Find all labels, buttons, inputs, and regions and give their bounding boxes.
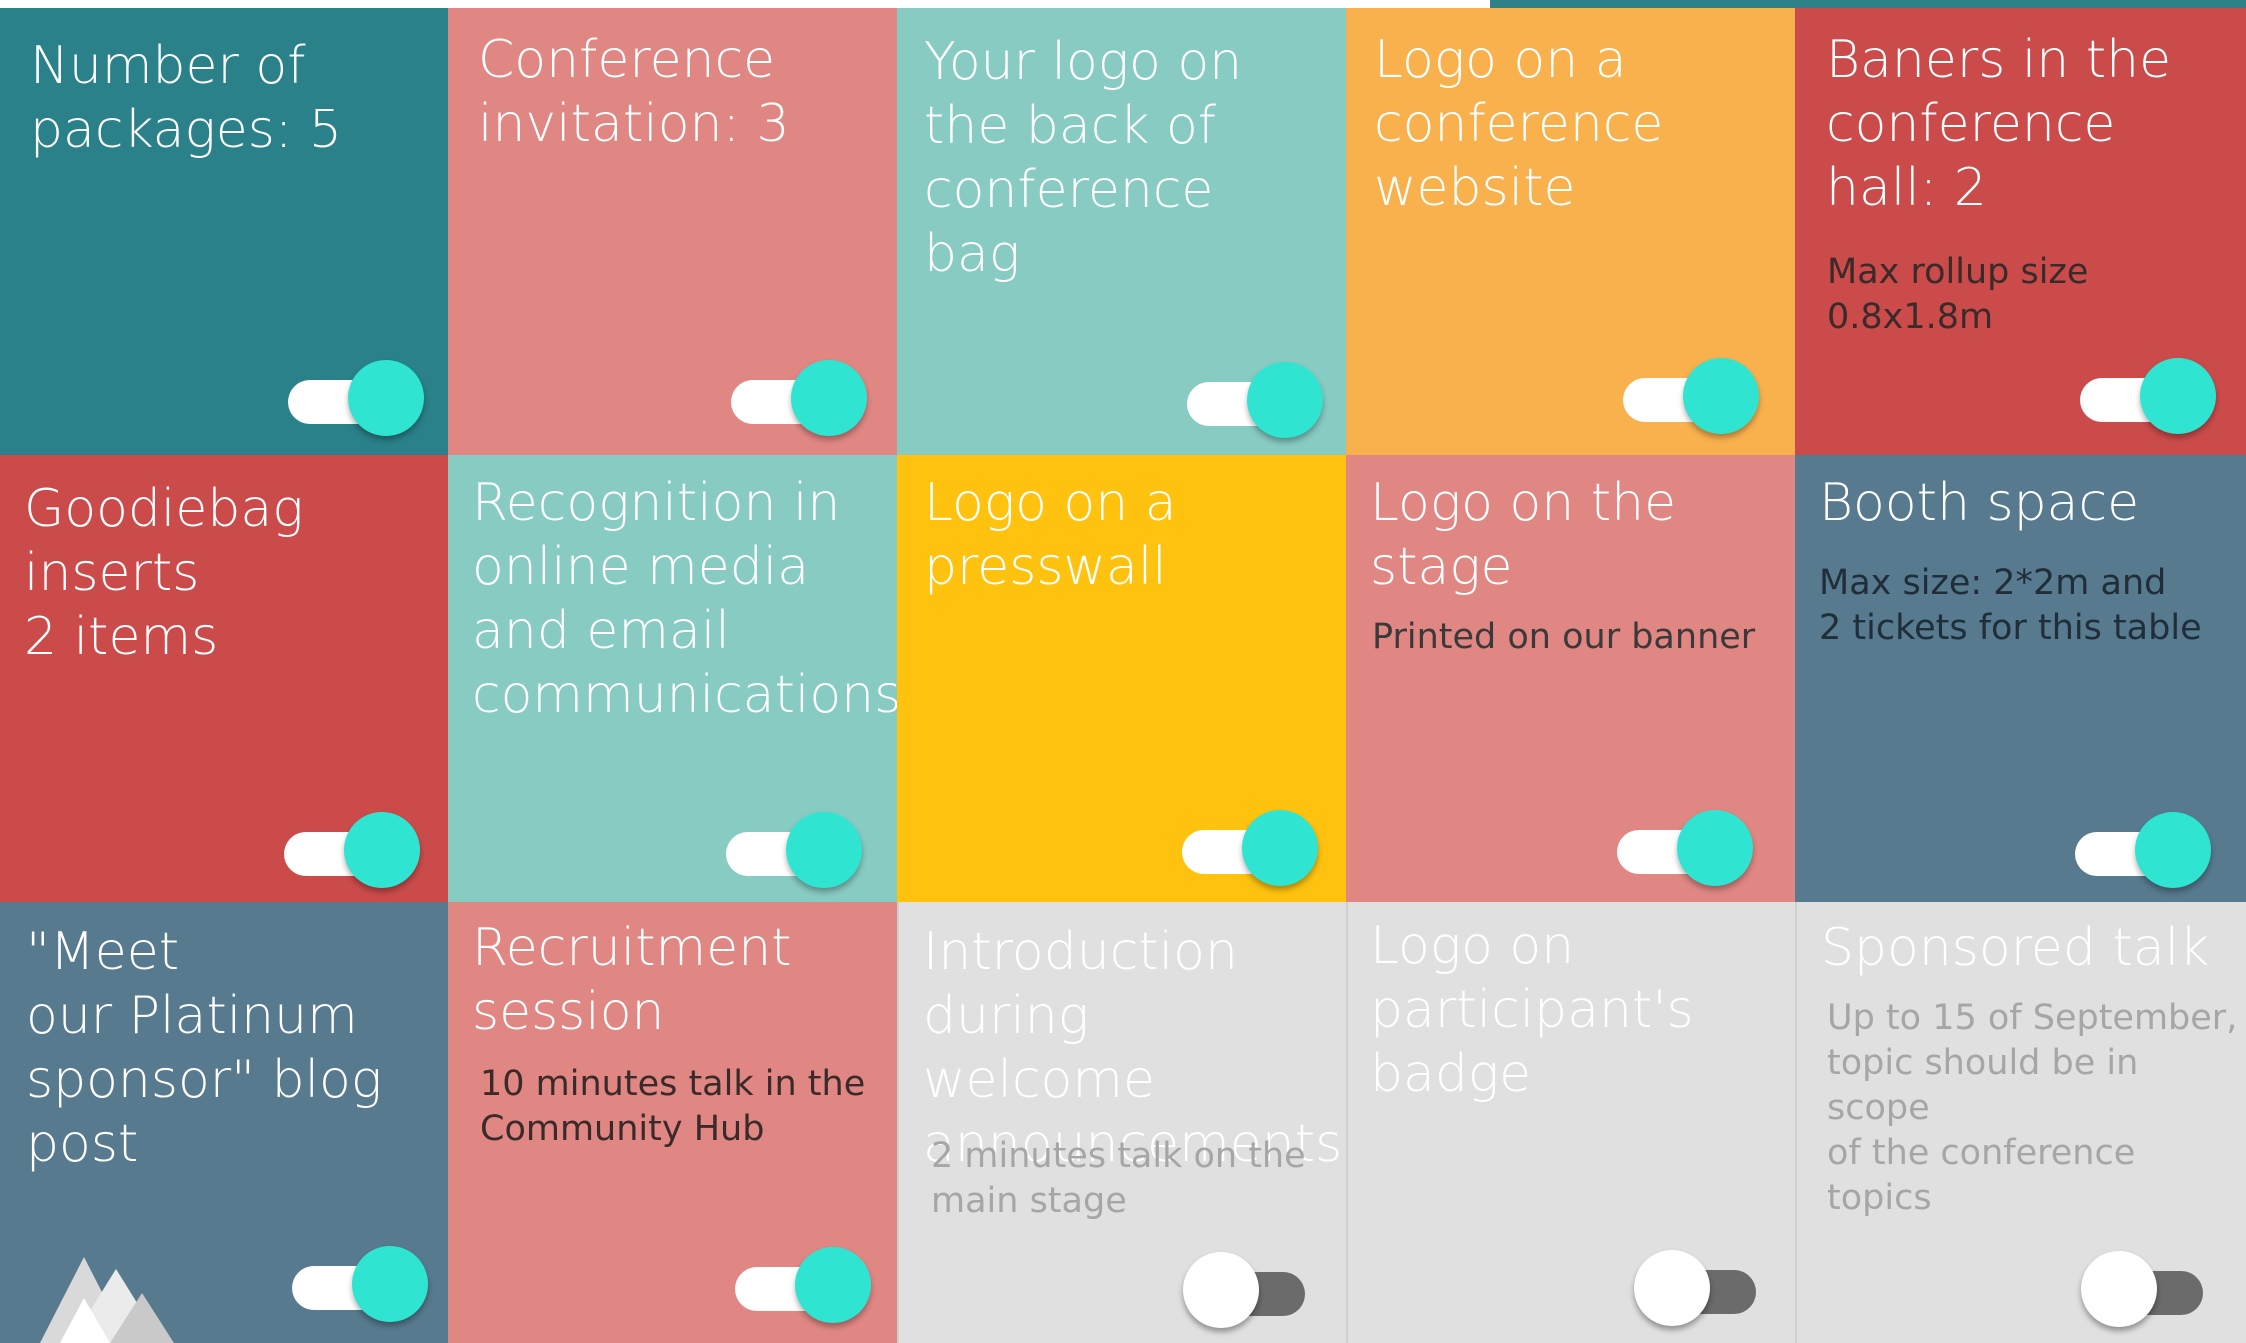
- toggle-knob: [1247, 362, 1323, 438]
- toggle-logo-on-badge[interactable]: [1634, 1246, 1764, 1326]
- toggle-knob: [1183, 1252, 1259, 1328]
- toggle-knob: [2081, 1251, 2157, 1327]
- tile-title: Logo on a presswall: [924, 473, 1177, 597]
- tile-booth-space: Booth space Max size: 2*2m and 2 tickets…: [1795, 455, 2246, 902]
- tile-title: Goodiebag inserts 2 items: [24, 479, 304, 667]
- toggle-knob: [2140, 358, 2216, 434]
- toggle-welcome-announcements-introduction[interactable]: [1183, 1248, 1313, 1328]
- toggle-knob: [791, 360, 867, 436]
- toggle-knob: [1677, 810, 1753, 886]
- tile-logo-on-website: Logo on a conference website: [1346, 8, 1795, 455]
- top-bar: [0, 0, 2246, 8]
- tile-description: 10 minutes talk in the Community Hub: [480, 1064, 866, 1149]
- tile-title: Conference invitation: 3: [478, 30, 790, 154]
- toggle-banners-in-hall[interactable]: [2080, 354, 2216, 434]
- toggle-platinum-sponsor-blog-post[interactable]: [292, 1242, 428, 1322]
- tile-description: Max size: 2*2m and 2 tickets for this ta…: [1819, 563, 2202, 648]
- toggle-knob: [786, 812, 862, 888]
- tile-logo-on-stage: Logo on the stage Printed on our banner: [1346, 455, 1795, 902]
- tile-goodiebag-inserts: Goodiebag inserts 2 items: [0, 455, 448, 902]
- top-accent-bar: [1490, 0, 2246, 8]
- mountain-icon: [40, 1257, 174, 1343]
- toggle-logo-on-bag[interactable]: [1187, 358, 1323, 438]
- toggle-booth-space[interactable]: [2075, 808, 2211, 888]
- tile-logo-on-badge: Logo on participant's badge: [1346, 902, 1795, 1343]
- toggle-knob: [344, 812, 420, 888]
- tile-logo-on-bag: Your logo on the back of conference bag: [897, 8, 1346, 455]
- tile-online-media-recognition: Recognition in online media and email co…: [448, 455, 897, 902]
- sponsorship-benefits-grid: Number of packages: 5 Conference invitat…: [0, 8, 2246, 1343]
- toggle-recruitment-session[interactable]: [735, 1243, 871, 1323]
- tile-description: Max rollup size 0.8x1.8m: [1827, 252, 2089, 337]
- tile-title: Number of packages: 5: [30, 36, 342, 160]
- tile-conference-invitation: Conference invitation: 3: [448, 8, 897, 455]
- tile-title: Booth space: [1819, 473, 2140, 533]
- tile-platinum-sponsor-blog-post: "Meet our Platinum sponsor" blog post: [0, 902, 448, 1343]
- tile-sponsored-talk: Sponsored talk Up to 15 of September, to…: [1795, 902, 2246, 1343]
- toggle-logo-on-stage[interactable]: [1617, 806, 1753, 886]
- tile-description: Up to 15 of September, topic should be i…: [1827, 998, 2238, 1218]
- tile-logo-on-presswall: Logo on a presswall: [897, 455, 1346, 902]
- tile-title: Logo on participant's badge: [1370, 916, 1694, 1104]
- toggle-goodiebag-inserts[interactable]: [284, 808, 420, 888]
- toggle-knob: [1242, 810, 1318, 886]
- tile-title: Baners in the conference hall: 2: [1826, 30, 2172, 218]
- tile-title: Sponsored talk: [1821, 918, 2210, 978]
- tile-title: Recruitment session: [472, 918, 792, 1042]
- tile-description: 2 minutes talk on the main stage: [931, 1136, 1306, 1221]
- toggle-knob: [1683, 358, 1759, 434]
- tile-number-of-packages: Number of packages: 5: [0, 8, 448, 455]
- toggle-knob: [348, 360, 424, 436]
- toggle-knob: [795, 1247, 871, 1323]
- toggle-online-media-recognition[interactable]: [726, 808, 862, 888]
- toggle-number-of-packages[interactable]: [288, 356, 424, 436]
- tile-welcome-announcements-introduction: Introduction during welcome announcement…: [897, 902, 1346, 1343]
- tile-title: Logo on the stage: [1370, 473, 1677, 597]
- toggle-knob: [2135, 812, 2211, 888]
- toggle-conference-invitation[interactable]: [731, 356, 867, 436]
- toggle-logo-on-presswall[interactable]: [1182, 806, 1318, 886]
- tile-title: Your logo on the back of conference bag: [924, 32, 1243, 284]
- tile-title: Recognition in online media and email co…: [472, 473, 897, 725]
- tile-title: "Meet our Platinum sponsor" blog post: [26, 922, 383, 1174]
- toggle-knob: [1634, 1250, 1710, 1326]
- tile-banners-in-hall: Baners in the conference hall: 2 Max rol…: [1795, 8, 2246, 455]
- tile-recruitment-session: Recruitment session 10 minutes talk in t…: [448, 902, 897, 1343]
- toggle-sponsored-talk[interactable]: [2081, 1247, 2211, 1327]
- tile-description: Printed on our banner: [1372, 617, 1756, 657]
- toggle-knob: [352, 1246, 428, 1322]
- toggle-logo-on-website[interactable]: [1623, 354, 1759, 434]
- tile-title: Logo on a conference website: [1374, 30, 1664, 218]
